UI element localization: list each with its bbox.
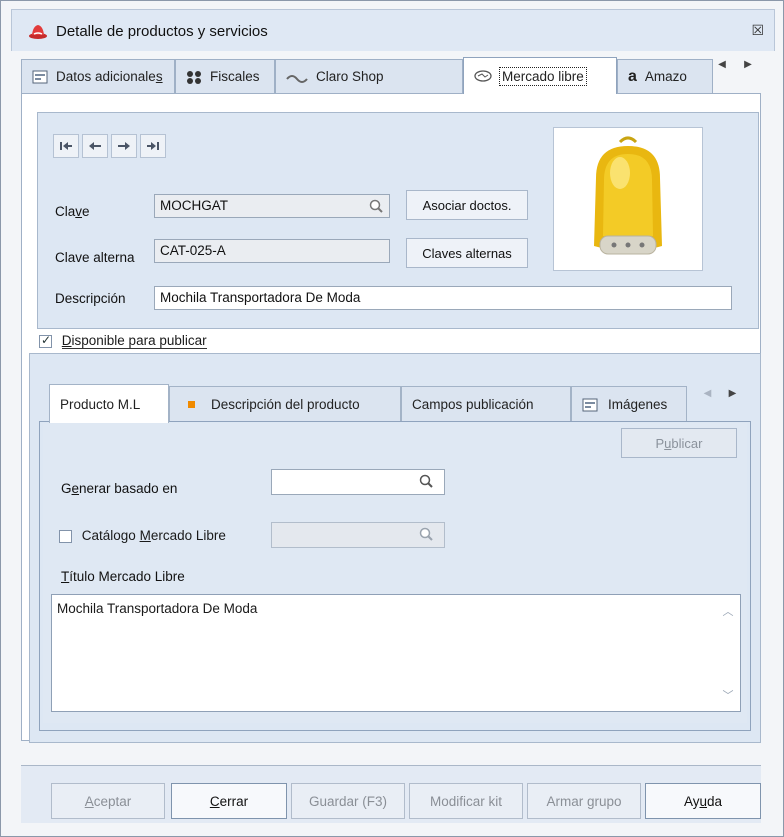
tab-fiscales[interactable]: Fiscales	[175, 59, 275, 93]
scroll-right-icon[interactable]: ▶	[744, 59, 752, 79]
disponible-checkbox-row[interactable]: Disponible para publicar	[39, 333, 207, 349]
publicar-button[interactable]: Pu blicar	[621, 428, 737, 458]
first-record-button[interactable]	[53, 134, 79, 158]
inner-tab-strip: Producto M.L Descripción del producto Ca…	[49, 384, 759, 423]
search-icon[interactable]	[419, 527, 433, 541]
tab-label: Mercado libre	[499, 66, 587, 86]
cerrar-button[interactable]: Cerrar	[171, 783, 287, 819]
guardar-button[interactable]: Guardar (F3)	[291, 783, 405, 819]
clave-field[interactable]: MOCHGAT	[154, 194, 390, 218]
product-image[interactable]	[553, 127, 703, 271]
clave-value: MOCHGAT	[160, 198, 228, 213]
inner-tab-scroll: ◀ ▶	[695, 388, 745, 399]
titulo-textarea[interactable]: Mochila Transportadora De Moda ︿ ﹀	[51, 594, 741, 712]
tab-label: Imágenes	[608, 397, 668, 412]
descripcion-field[interactable]: Mochila Transportadora De Moda	[154, 286, 732, 310]
modificar-kit-button[interactable]: Modificar kit	[409, 783, 523, 819]
close-icon[interactable]: ☒	[751, 22, 764, 39]
scroll-left-icon[interactable]: ◀	[718, 59, 726, 79]
dots-icon	[187, 70, 201, 84]
textarea-scrollbar[interactable]: ︿ ﹀	[722, 603, 734, 703]
clave-alterna-label: Clave alterna	[55, 250, 135, 265]
asociar-doctos-button[interactable]: Asociar doctos.	[406, 190, 528, 220]
tab-label: Fiscales	[210, 69, 260, 84]
tab-claro-shop[interactable]: Claro Shop	[275, 59, 463, 93]
tab-descripcion-producto[interactable]: Descripción del producto	[169, 386, 401, 422]
window-title: Detalle de productos y servicios	[56, 23, 268, 40]
tab-imagenes[interactable]: Imágenes	[571, 386, 687, 422]
dialog-window: Detalle de productos y servicios ☒ Datos…	[0, 0, 784, 837]
next-record-icon	[118, 142, 130, 150]
first-record-icon	[60, 142, 72, 150]
catalogo-checkbox-row[interactable]: Catálogo Mercado Libre	[59, 528, 226, 543]
disponible-checkbox[interactable]	[39, 333, 52, 348]
previous-record-button[interactable]	[82, 134, 108, 158]
tab-label: Amazo	[644, 69, 687, 84]
catalogo-label: Catálogo Mercado Libre	[81, 528, 226, 543]
top-tab-strip: Datos adicionales Fiscales Claro Shop Me…	[21, 57, 761, 94]
tab-label: Claro Shop	[316, 69, 384, 84]
descripcion-label: Descripción	[55, 291, 126, 306]
backpack-picture	[554, 128, 702, 270]
scroll-left-icon[interactable]: ◀	[704, 388, 712, 399]
clave-alterna-field[interactable]: CAT-025-A	[154, 239, 390, 263]
armar-grupo-button[interactable]: Armar grupo	[527, 783, 641, 819]
handshake-icon	[474, 70, 492, 82]
tab-datos-adicionales[interactable]: Datos adicionales	[21, 59, 175, 93]
tab-campos-publicacion[interactable]: Campos publicación	[401, 386, 571, 422]
generar-label: Generar basado en	[61, 481, 178, 496]
tab-amazon[interactable]: a Amazo	[617, 59, 713, 93]
tab-label: Datos adicionales	[56, 69, 163, 84]
title-bar: Detalle de productos y servicios ☒	[11, 9, 775, 51]
clave-label: Clave	[55, 204, 90, 219]
scroll-right-icon[interactable]: ▶	[729, 388, 737, 399]
titulo-label: Título Mercado Libre	[61, 569, 185, 584]
disponible-label: Disponible para publicar	[61, 333, 207, 349]
form-icon	[32, 70, 48, 83]
scroll-up-icon[interactable]: ︿	[723, 603, 734, 619]
last-record-button[interactable]	[140, 134, 166, 158]
tab-label: Producto M.L	[60, 396, 141, 412]
catalogo-checkbox[interactable]	[59, 529, 72, 543]
amazon-icon: a	[628, 67, 637, 85]
record-navigation	[53, 134, 166, 158]
next-record-button[interactable]	[111, 134, 137, 158]
scroll-down-icon[interactable]: ﹀	[723, 687, 734, 703]
tab-producto-ml[interactable]: Producto M.L	[49, 384, 169, 423]
titulo-value: Mochila Transportadora De Moda	[57, 601, 258, 616]
orange-marker-icon	[188, 401, 195, 408]
tab-label: Descripción del producto	[211, 397, 360, 412]
last-record-icon	[147, 142, 159, 150]
aceptar-button[interactable]: Aceptar	[51, 783, 165, 819]
tab-scroll-arrows: ◀ ▶	[709, 59, 761, 79]
tab-mercado-libre[interactable]: Mercado libre	[463, 57, 617, 94]
tab-label: Campos publicación	[412, 397, 534, 412]
previous-record-icon	[89, 142, 101, 150]
ayuda-button[interactable]: Ay u da	[645, 783, 761, 819]
form-icon	[582, 398, 598, 411]
search-icon[interactable]	[369, 199, 383, 213]
claro-icon	[286, 74, 308, 83]
product-hat-icon	[29, 25, 47, 39]
search-icon[interactable]	[419, 474, 433, 488]
claves-alternas-button[interactable]: Claves alternas	[406, 238, 528, 268]
